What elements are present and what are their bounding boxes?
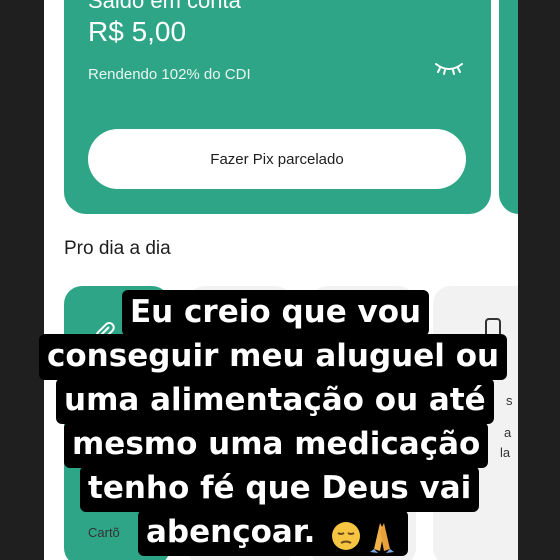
- hide-balance-icon[interactable]: [434, 60, 464, 78]
- balance-card[interactable]: Saldo em conta R$ 5,00 Rendendo 102% do …: [64, 0, 491, 214]
- pix-parcelado-button[interactable]: Fazer Pix parcelado: [88, 129, 466, 189]
- next-card-peek[interactable]: [499, 0, 518, 214]
- balance-value: R$ 5,00: [88, 16, 187, 47]
- caption-line: conseguir meu aluguel ou: [39, 334, 508, 380]
- folded-hands-icon: [370, 523, 394, 553]
- caption-line-text: abençoar.: [146, 514, 316, 550]
- pensive-face-icon: [332, 522, 394, 553]
- caption-line: mesmo uma medicação: [64, 422, 489, 468]
- caption-line: Eu creio que vou: [122, 290, 430, 336]
- caption-line: tenho fé que Deus vai: [80, 466, 480, 512]
- yield-text: Rendendo 102% do CDI: [88, 66, 251, 83]
- caption-line: uma alimentação ou até: [56, 378, 494, 424]
- story-caption: Eu creio que vou conseguir meu aluguel o…: [0, 290, 560, 560]
- section-title: Pro dia a dia: [64, 238, 171, 259]
- balance-label: Saldo em conta: [88, 0, 241, 13]
